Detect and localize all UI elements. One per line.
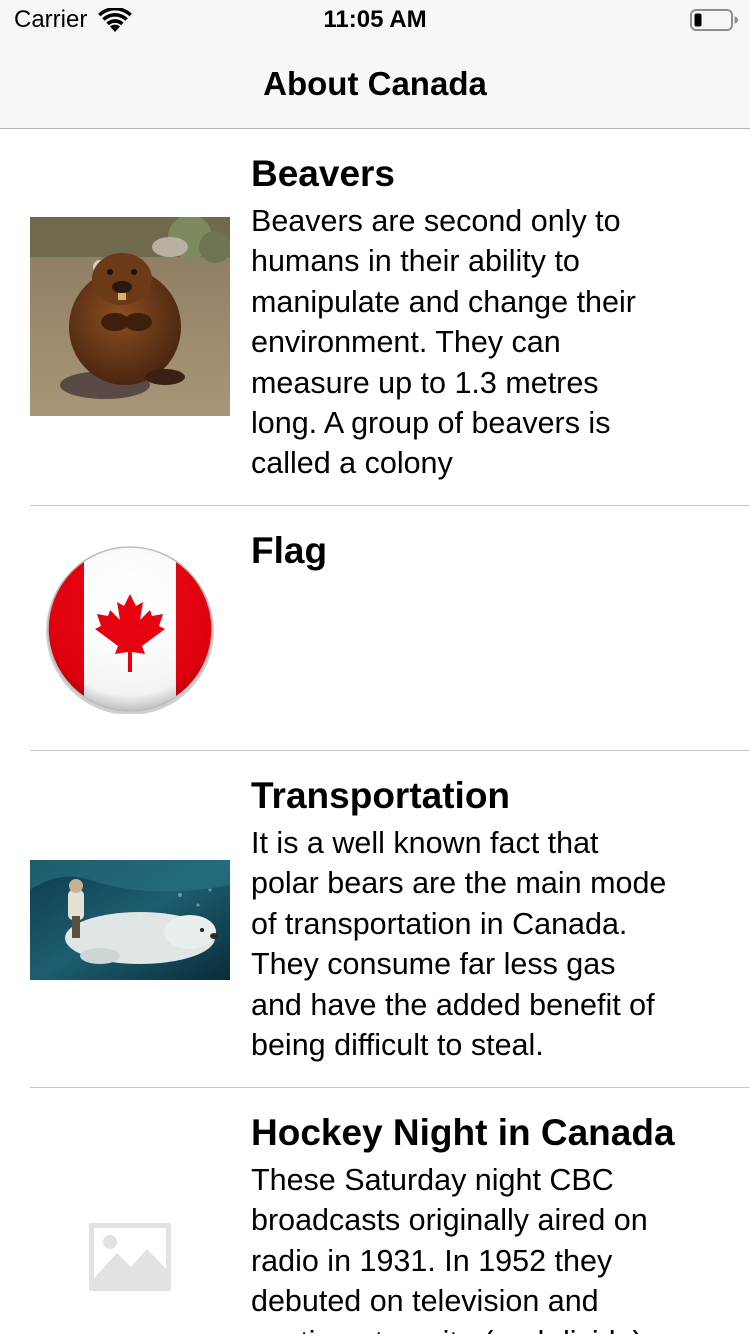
canada-flag-icon	[46, 546, 214, 714]
app-screen: Carrier 11:05 AM About Canada Beavers Be…	[0, 0, 750, 1334]
nav-title: About Canada	[263, 65, 487, 102]
list-row-flag[interactable]: Flag	[0, 506, 750, 751]
facts-list[interactable]: Beavers Beavers are second only to human…	[0, 129, 750, 1334]
list-row-beavers[interactable]: Beavers Beavers are second only to human…	[0, 129, 750, 506]
status-time: 11:05 AM	[323, 6, 427, 33]
battery-icon	[690, 9, 738, 31]
list-row-hockey-night[interactable]: Hockey Night in Canada These Saturday ni…	[0, 1088, 750, 1334]
beaver-photo	[30, 217, 230, 416]
row-title: Transportation	[251, 775, 511, 816]
image-placeholder-icon	[89, 1223, 171, 1291]
navigation-bar: About Canada	[0, 40, 750, 129]
row-title: Beavers	[251, 153, 396, 194]
polar-bear-rider-photo	[30, 860, 230, 980]
row-description: Beavers are second only to humans in the…	[251, 204, 636, 481]
status-bar: Carrier 11:05 AM	[0, 0, 750, 40]
list-row-transportation[interactable]: Transportation It is a well known fact t…	[0, 751, 750, 1088]
row-title: Flag	[251, 530, 328, 571]
row-description: It is a well known fact that polar bears…	[251, 826, 667, 1063]
row-description: These Saturday night CBC broadcasts orig…	[251, 1163, 648, 1334]
row-title: Hockey Night in Canada	[251, 1112, 675, 1153]
